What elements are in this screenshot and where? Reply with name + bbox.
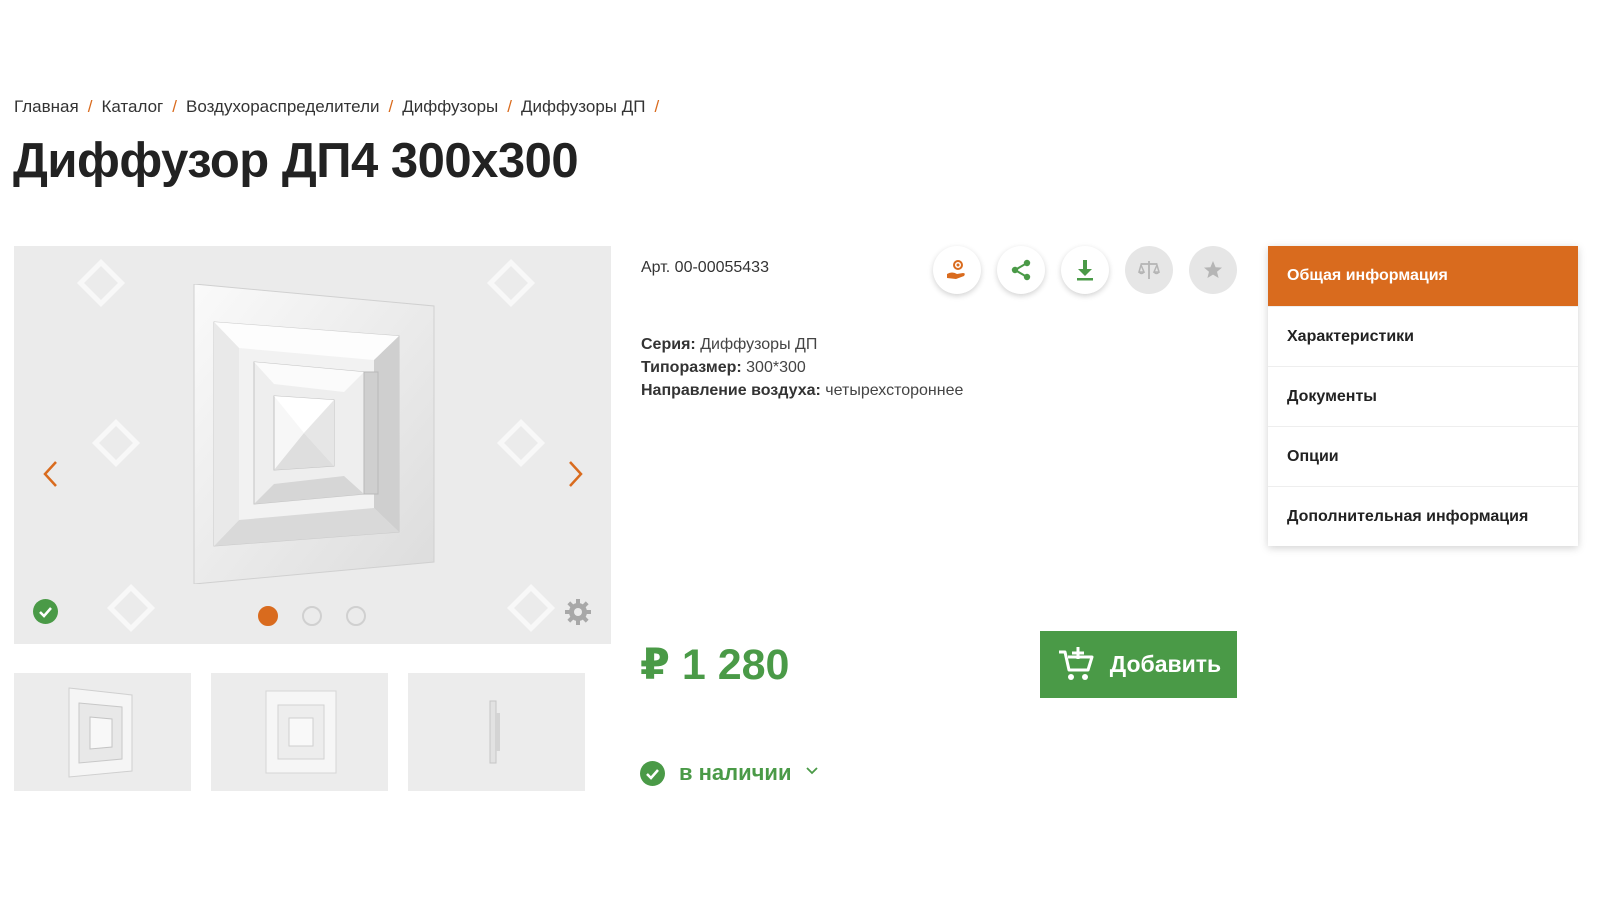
watermark-logo (76, 258, 126, 308)
breadcrumb-separator: / (388, 97, 394, 116)
gallery-prev-button[interactable] (36, 454, 66, 494)
watermark-logo (91, 418, 141, 468)
tab-additional-info[interactable]: Дополнительная информация (1268, 486, 1578, 546)
product-sku: Арт. 00-00055433 (641, 259, 769, 276)
thumbnail[interactable] (211, 673, 388, 791)
slide-indicators (258, 606, 366, 626)
spec-row: Серия: Диффузоры ДП (641, 333, 963, 356)
breadcrumb-diffusers[interactable]: Диффузоры (402, 97, 498, 116)
compare-button[interactable] (1125, 246, 1173, 294)
watermark-logo (106, 583, 156, 633)
chevron-left-icon (43, 461, 57, 487)
breadcrumb-diffusers-dp[interactable]: Диффузоры ДП (521, 97, 645, 116)
product-specs: Серия: Диффузоры ДП Типоразмер: 300*300 … (641, 333, 963, 402)
tab-characteristics[interactable]: Характеристики (1268, 306, 1578, 366)
share-button[interactable] (997, 246, 1045, 294)
spec-value: 300*300 (746, 359, 806, 376)
thumbnail[interactable] (14, 673, 191, 791)
spec-label: Направление воздуха: (641, 382, 821, 399)
watermark-logo (496, 418, 546, 468)
spec-value: четырехстороннее (825, 382, 964, 399)
slide-dot[interactable] (258, 606, 278, 626)
thumbnail[interactable] (408, 673, 585, 791)
gallery-next-button[interactable] (560, 454, 590, 494)
gear-icon[interactable] (563, 597, 593, 627)
breadcrumb-catalog[interactable]: Каталог (101, 97, 163, 116)
consult-button[interactable] (933, 246, 981, 294)
thumbnail-image (489, 700, 500, 764)
stock-status-toggle[interactable]: в наличии (640, 760, 819, 786)
thumbnail-image (68, 687, 133, 778)
add-to-cart-label: Добавить (1109, 651, 1222, 677)
tab-documents[interactable]: Документы (1268, 366, 1578, 426)
tab-general-info[interactable]: Общая информация (1268, 246, 1578, 306)
compare-scales-icon (1138, 261, 1160, 279)
spec-label: Серия: (641, 336, 696, 353)
star-icon (1204, 261, 1222, 278)
tab-options[interactable]: Опции (1268, 426, 1578, 486)
breadcrumb-separator: / (507, 97, 512, 116)
stock-status-label: в наличии (679, 760, 792, 785)
slide-dot[interactable] (346, 606, 366, 626)
product-gallery (14, 246, 611, 644)
chevron-down-icon (805, 764, 819, 783)
page-title: Диффузор ДП4 300х300 (13, 134, 579, 188)
spec-row: Направление воздуха: четырехстороннее (641, 379, 963, 402)
product-actions (933, 246, 1237, 294)
checkmark-icon (39, 607, 52, 618)
watermark-logo (506, 583, 556, 633)
hand-gear-icon (947, 260, 965, 279)
breadcrumb: Главная / Каталог / Воздухораспределители / Ди… (14, 97, 668, 117)
thumbnail-image (265, 690, 337, 774)
breadcrumb-separator: / (172, 97, 177, 116)
diffuser-image (193, 284, 435, 584)
slide-dot[interactable] (302, 606, 322, 626)
cart-add-icon (1058, 646, 1094, 680)
add-to-cart-button[interactable]: Добавить (1040, 631, 1237, 698)
download-button[interactable] (1061, 246, 1109, 294)
download-icon (1077, 260, 1093, 281)
favorite-button[interactable] (1189, 246, 1237, 294)
spec-row: Типоразмер: 300*300 (641, 356, 963, 379)
breadcrumb-home[interactable]: Главная (14, 97, 79, 116)
thumbnail-strip (14, 673, 585, 791)
product-price: ₽ 1 280 (640, 641, 790, 689)
watermark-logo (486, 258, 536, 308)
share-icon (1011, 259, 1031, 281)
breadcrumb-separator: / (654, 97, 660, 116)
spec-value: Диффузоры ДП (700, 336, 818, 353)
chevron-right-icon (569, 461, 583, 487)
spec-label: Типоразмер: (641, 359, 742, 376)
product-info-tabs: Общая информация Характеристики Документ… (1268, 246, 1578, 546)
breadcrumb-air-distributors[interactable]: Воздухораспределители (186, 97, 379, 116)
in-stock-icon (640, 760, 665, 786)
breadcrumb-separator: / (87, 97, 93, 116)
verified-badge (33, 599, 58, 624)
